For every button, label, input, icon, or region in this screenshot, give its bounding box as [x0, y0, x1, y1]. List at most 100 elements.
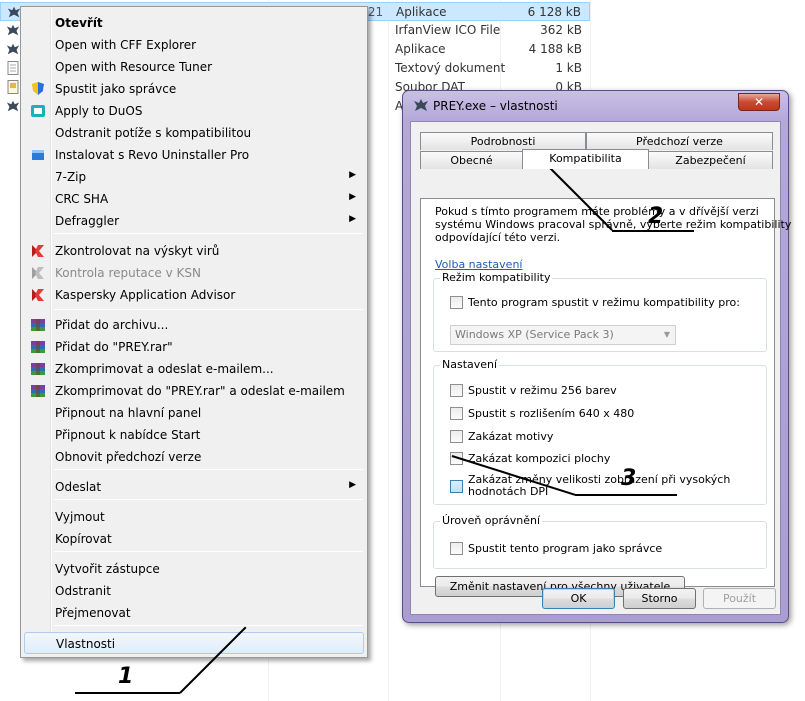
menu-separator — [54, 499, 363, 500]
menu-item[interactable]: Vlastnosti — [24, 632, 364, 654]
winrar-icon — [30, 340, 46, 354]
menu-item-label: Odeslat — [55, 480, 102, 494]
run-as-admin-checkbox[interactable] — [450, 542, 463, 555]
annotation-number-1: 1 — [118, 664, 134, 689]
menu-separator — [54, 625, 363, 626]
annotation-line — [575, 494, 677, 496]
setting-checkbox[interactable] — [450, 430, 463, 443]
menu-item[interactable]: Otevřít — [24, 12, 364, 34]
menu-item-label: Kopírovat — [55, 532, 112, 546]
checkbox-label: Zakázat kompozici plochy — [468, 452, 611, 465]
menu-item-label: Zkomprimovat do "PREY.rar" a odeslat e-m… — [55, 384, 345, 398]
kaspersky-icon — [30, 288, 46, 302]
menu-item-label: Přidat do archivu... — [55, 318, 169, 332]
menu-item[interactable]: 7-Zip ▶ — [24, 166, 364, 188]
ok-button[interactable]: OK — [542, 588, 615, 609]
menu-item[interactable]: Vyjmout — [24, 506, 364, 528]
menu-item-label: Vytvořit zástupce — [55, 562, 160, 576]
submenu-arrow-icon: ▶ — [349, 480, 356, 490]
prey-app-icon — [7, 5, 21, 19]
setting-checkbox[interactable] — [450, 384, 463, 397]
tab-predchozi-verze[interactable]: Předchozí verze — [586, 132, 773, 150]
menu-item[interactable]: Odstranit potíže s kompatibilitou — [24, 122, 364, 144]
intro-line: Pokud s tímto programem máte problémy a … — [435, 205, 759, 218]
tab-podrobnosti[interactable]: Podrobnosti — [420, 132, 586, 150]
winrar-icon — [30, 384, 46, 398]
help-link[interactable]: Volba nastavení — [435, 258, 522, 271]
checkbox-label: Tento program spustit v režimu kompatibi… — [468, 296, 740, 309]
menu-item-label: Apply to DuOS — [55, 104, 143, 118]
menu-item-label: Kaspersky Application Advisor — [55, 288, 236, 302]
compatibility-tab-panel: Pokud s tímto programem máte problémy a … — [420, 198, 791, 597]
menu-item-label: Spustit jako správce — [55, 82, 177, 96]
menu-item-label: Vyjmout — [55, 510, 105, 524]
menu-item-label: Obnovit předchozí verze — [55, 450, 202, 464]
checkbox-label: Spustit s rozlišením 640 x 480 — [468, 407, 635, 420]
menu-item[interactable]: Kontrola reputace v KSN — [24, 262, 364, 284]
group-title: Nastavení — [440, 358, 500, 371]
prey-app-icon — [6, 99, 20, 113]
menu-item[interactable]: Připnout na hlavní panel — [24, 402, 364, 424]
dpi-scaling-checkbox[interactable] — [450, 480, 463, 493]
menu-item[interactable]: Kopírovat — [24, 528, 364, 550]
annotation-number-2: 2 — [648, 204, 664, 229]
menu-item-label: Zkontrolovat na výskyt virů — [55, 244, 220, 258]
setting-checkbox[interactable] — [450, 407, 463, 420]
menu-item[interactable]: Apply to DuOS — [24, 100, 364, 122]
menu-item[interactable]: Kaspersky Application Advisor — [24, 284, 364, 306]
tab-kompatibilita[interactable]: Kompatibilita — [522, 149, 649, 169]
menu-item[interactable]: Open with Resource Tuner — [24, 56, 364, 78]
chevron-down-icon: ▼ — [663, 330, 670, 339]
menu-item[interactable]: CRC SHA ▶ — [24, 188, 364, 210]
menu-item[interactable]: Zkomprimovat a odeslat e-mailem... — [24, 358, 364, 380]
intro-line: odpovídající této verzi. — [435, 231, 561, 244]
menu-item-label: Odstranit potíže s kompatibilitou — [55, 126, 252, 140]
prey-app-icon — [6, 23, 20, 37]
tab-zabezpeceni[interactable]: Zabezpečení — [648, 151, 773, 169]
menu-item-label: Zkomprimovat a odeslat e-mailem... — [55, 362, 274, 376]
file-size: 6 128 kB — [527, 5, 581, 19]
group-title: Úroveň oprávnění — [440, 514, 543, 527]
menu-item[interactable]: Připnout k nabídce Start — [24, 424, 364, 446]
menu-item[interactable]: Defraggler ▶ — [24, 210, 364, 232]
uac-shield-icon — [30, 82, 46, 96]
file-type: Textový dokument — [395, 61, 506, 75]
menu-item[interactable]: Instalovat s Revo Uninstaller Pro — [24, 144, 364, 166]
menu-item[interactable]: Obnovit předchozí verze — [24, 446, 364, 468]
menu-item-label: Otevřít — [55, 16, 103, 30]
file-type: IrfanView ICO File — [395, 23, 501, 37]
dialog-title: PREY.exe – vlastnosti — [433, 99, 558, 113]
compat-os-select[interactable]: Windows XP (Service Pack 3) ▼ — [450, 325, 676, 345]
select-value: Windows XP (Service Pack 3) — [455, 328, 614, 341]
compat-mode-checkbox[interactable] — [450, 296, 463, 309]
file-type: Aplikace — [396, 5, 447, 19]
checkbox-label-line: hodnotách DPI — [468, 485, 549, 498]
close-button[interactable]: ✕ — [738, 93, 780, 111]
apply-button[interactable]: Použít — [703, 588, 776, 609]
tab-obecne[interactable]: Obecné — [420, 151, 523, 169]
menu-item[interactable]: Open with CFF Explorer — [24, 34, 364, 56]
menu-item[interactable]: Přejmenovat — [24, 602, 364, 624]
submenu-arrow-icon: ▶ — [349, 170, 356, 180]
cancel-button[interactable]: Storno — [623, 588, 696, 609]
kaspersky-icon — [30, 244, 46, 258]
menu-item[interactable]: Přidat do "PREY.rar" — [24, 336, 364, 358]
file-type: Aplikace — [395, 42, 446, 56]
checkbox-label: Spustit v režimu 256 barev — [468, 384, 617, 397]
menu-item-label: CRC SHA — [55, 192, 109, 206]
menu-item[interactable]: Zkomprimovat do "PREY.rar" a odeslat e-m… — [24, 380, 364, 402]
privilege-group: Úroveň oprávnění Spustit tento program j… — [433, 514, 767, 569]
prey-app-icon — [414, 99, 428, 111]
menu-item[interactable]: Odstranit — [24, 580, 364, 602]
data-file-icon — [6, 80, 20, 94]
context-menu: Otevřít Open with CFF Explorer Open with R… — [20, 6, 368, 658]
menu-separator — [54, 469, 363, 470]
menu-item[interactable]: Zkontrolovat na výskyt virů — [24, 240, 364, 262]
menu-item[interactable]: Přidat do archivu... — [24, 314, 364, 336]
menu-item[interactable]: Vytvořit zástupce — [24, 558, 364, 580]
menu-item[interactable]: Spustit jako správce — [24, 78, 364, 100]
annotation-line — [612, 230, 694, 232]
file-size: 362 kB — [540, 23, 582, 37]
menu-item-label: Open with Resource Tuner — [55, 60, 213, 74]
menu-item[interactable]: Odeslat ▶ — [24, 476, 364, 498]
